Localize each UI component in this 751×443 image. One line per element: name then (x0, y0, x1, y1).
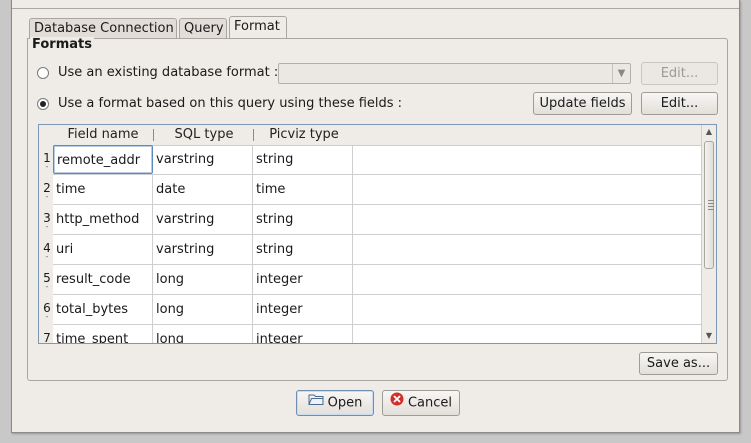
row-number[interactable]: 3- (42, 211, 52, 231)
sql-type-cell[interactable]: long (153, 295, 253, 324)
dialog: Database Connection Query Format Formats… (11, 0, 740, 433)
table-row[interactable]: result_code long integer (53, 265, 702, 295)
row-number[interactable]: 2- (42, 181, 52, 201)
query-format-label: Use a format based on this query using t… (58, 96, 403, 111)
picviz-type-cell[interactable]: integer (253, 325, 353, 343)
fields-table[interactable]: Field name SQL type Picviz type 1- 2- 3-… (38, 124, 717, 344)
existing-format-label: Use an existing database format : (58, 65, 279, 80)
picviz-type-cell[interactable]: integer (253, 295, 353, 324)
row-header: 1- 2- 3- 4- 5- 6- 7 (39, 145, 53, 343)
cancel-button[interactable]: Cancel (382, 390, 460, 416)
query-format-option[interactable]: Use a format based on this query using t… (37, 96, 402, 111)
field-name-cell[interactable]: total_bytes (53, 295, 153, 324)
open-button[interactable]: Open (296, 390, 374, 416)
field-name-cell[interactable]: remote_addr (53, 145, 153, 174)
column-header-field-name[interactable]: Field name (53, 125, 153, 145)
existing-format-radio[interactable] (37, 66, 49, 79)
chevron-down-icon[interactable]: ▼ (612, 64, 630, 83)
row-number[interactable]: 6- (42, 301, 52, 321)
open-button-label: Open (327, 395, 363, 411)
chevron-up-icon[interactable]: ▲ (702, 126, 716, 138)
sql-type-cell[interactable]: long (153, 325, 253, 343)
sql-type-cell[interactable]: varstring (153, 145, 253, 174)
picviz-type-cell[interactable]: string (253, 235, 353, 264)
table-row[interactable]: total_bytes long integer (53, 295, 702, 325)
table-row[interactable]: http_method varstring string (53, 205, 702, 235)
tab-database-connection[interactable]: Database Connection (29, 18, 177, 38)
row-number-label: 7 (43, 331, 51, 344)
grip-line (708, 203, 714, 204)
field-name-cell[interactable]: time_spent (53, 325, 153, 343)
scrollbar-thumb[interactable] (704, 141, 714, 269)
picviz-type-cell[interactable]: string (253, 145, 353, 174)
cancel-button-label: Cancel (407, 395, 453, 411)
vertical-scrollbar[interactable]: ▲ ▼ (701, 125, 716, 343)
tab-format[interactable]: Format (229, 16, 287, 39)
existing-edit-button[interactable]: Edit... (641, 62, 718, 85)
existing-format-combo[interactable]: ▼ (278, 63, 631, 84)
row-number[interactable]: 7 (42, 331, 52, 344)
table-body: remote_addr varstring string time date t… (53, 145, 702, 343)
table-row[interactable]: time_spent long integer (53, 325, 702, 343)
row-number[interactable]: 4- (42, 241, 52, 261)
grip-line (708, 206, 714, 207)
tab-query[interactable]: Query (179, 18, 227, 38)
update-fields-button[interactable]: Update fields (533, 92, 632, 115)
existing-format-option[interactable]: Use an existing database format : (37, 65, 278, 80)
table-row[interactable]: uri varstring string (53, 235, 702, 265)
sql-type-cell[interactable]: varstring (153, 235, 253, 264)
divider (12, 8, 739, 9)
picviz-type-cell[interactable]: string (253, 205, 353, 234)
row-number[interactable]: 5- (42, 271, 52, 291)
table-row[interactable]: remote_addr varstring string (53, 145, 702, 175)
grip-line (708, 200, 714, 201)
field-name-cell[interactable]: http_method (53, 205, 153, 234)
picviz-type-cell[interactable]: time (253, 175, 353, 204)
cancel-icon (390, 391, 404, 415)
chevron-down-icon[interactable]: ▼ (702, 330, 716, 342)
sql-type-cell[interactable]: varstring (153, 205, 253, 234)
folder-open-icon (308, 391, 324, 415)
picviz-type-cell[interactable]: integer (253, 265, 353, 294)
sql-type-cell[interactable]: long (153, 265, 253, 294)
column-header-picviz-type[interactable]: Picviz type (254, 125, 354, 145)
field-name-cell[interactable]: time (53, 175, 153, 204)
table-header: Field name SQL type Picviz type (39, 125, 702, 146)
query-edit-button[interactable]: Edit... (641, 92, 718, 115)
column-header-sql-type[interactable]: SQL type (154, 125, 254, 145)
save-as-button[interactable]: Save as... (639, 352, 718, 375)
table-row[interactable]: time date time (53, 175, 702, 205)
formats-group-title: Formats (30, 37, 94, 52)
field-name-cell[interactable]: uri (53, 235, 153, 264)
field-name-cell[interactable]: result_code (53, 265, 153, 294)
grip-line (708, 209, 714, 210)
sql-type-cell[interactable]: date (153, 175, 253, 204)
row-number[interactable]: 1- (42, 151, 52, 171)
query-format-radio[interactable] (37, 97, 49, 110)
